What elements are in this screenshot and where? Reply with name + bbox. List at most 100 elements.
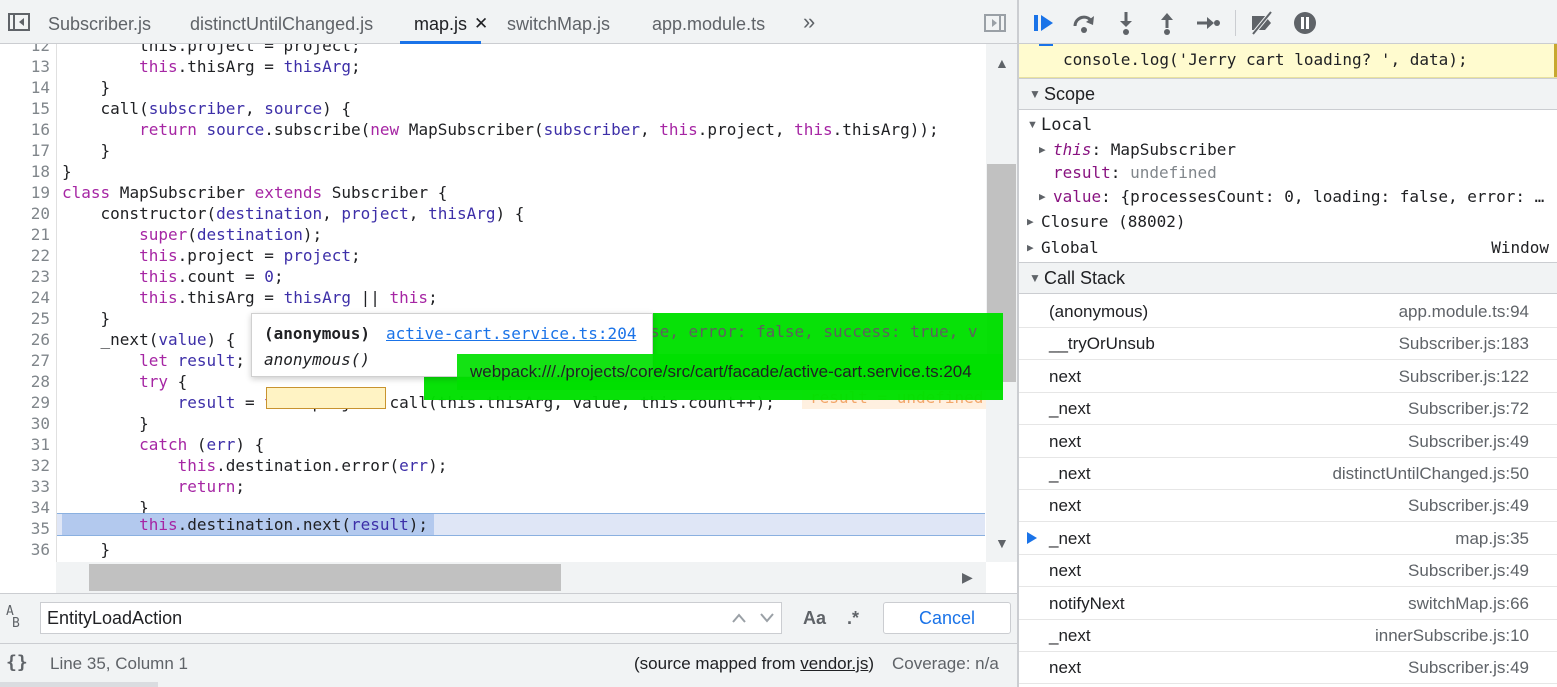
call-stack-frame[interactable]: _next distinctUntilChanged.js:50 <box>1019 457 1557 490</box>
line-number[interactable]: 33 <box>0 476 50 497</box>
line-number[interactable]: 21 <box>0 224 50 245</box>
status-bar: {} Line 35, Column 1 (source mapped from… <box>0 643 1017 687</box>
call-stack-frame[interactable]: _next innerSubscribe.js:10 <box>1019 619 1557 652</box>
code-line[interactable]: 33 return; <box>0 476 986 497</box>
tab-switchmap-js[interactable]: switchMap.js <box>507 0 610 44</box>
scope-value-value: {processesCount: 0, loading: false, erro… <box>1120 187 1545 206</box>
call-stack-section-header[interactable]: ▼ Call Stack <box>1019 262 1557 294</box>
next-match-icon[interactable] <box>759 612 775 624</box>
code-line[interactable]: 19 class MapSubscriber extends Subscriber… <box>0 182 986 203</box>
line-number[interactable]: 22 <box>0 245 50 266</box>
line-number[interactable]: 32 <box>0 455 50 476</box>
code-line[interactable]: 21 super(destination); <box>0 224 986 245</box>
step-icon[interactable] <box>1195 10 1221 36</box>
call-stack-frame[interactable]: next Subscriber.js:49 <box>1019 651 1557 685</box>
tab-app-module-ts[interactable]: app.module.ts <box>652 0 765 44</box>
match-case-button[interactable]: Aa <box>803 608 826 629</box>
line-number[interactable]: 16 <box>0 119 50 140</box>
code-line[interactable]: 18} <box>0 161 986 182</box>
source-url-tooltip: webpack:///./projects/core/src/cart/faca… <box>470 362 972 381</box>
search-input[interactable] <box>40 602 782 634</box>
scroll-down-arrow-icon[interactable]: ▼ <box>995 536 1009 550</box>
pause-on-exceptions-icon[interactable] <box>1292 10 1318 36</box>
line-number[interactable]: 31 <box>0 434 50 455</box>
code-text: this.count = 0; <box>139 267 284 286</box>
code-line[interactable]: 30 } <box>0 413 986 434</box>
resume-icon[interactable] <box>1031 10 1057 36</box>
line-number[interactable]: 18 <box>0 161 50 182</box>
tab-subscriber-js[interactable]: Subscriber.js <box>48 0 151 44</box>
scope-result[interactable]: result: undefined <box>1019 161 1557 185</box>
code-line[interactable]: 12 this.project = project; <box>0 44 986 56</box>
code-line[interactable]: 20 constructor(destination, project, thi… <box>0 203 986 224</box>
code-line[interactable]: 16 return source.subscribe(new MapSubscr… <box>0 119 986 140</box>
call-stack-frame[interactable]: __tryOrUnsub Subscriber.js:183 <box>1019 327 1557 361</box>
line-number[interactable]: 27 <box>0 350 50 371</box>
call-stack-frame[interactable]: notifyNext switchMap.js:66 <box>1019 587 1557 620</box>
line-number[interactable]: 36 <box>0 539 50 560</box>
code-line[interactable]: 14 } <box>0 77 986 98</box>
code-line[interactable]: 22 this.project = project; <box>0 245 986 266</box>
more-tabs-icon[interactable]: » <box>803 0 815 44</box>
scope-local[interactable]: ▼ Local <box>1019 113 1557 137</box>
previous-match-icon[interactable] <box>731 612 747 624</box>
scope-closure[interactable]: ▶ Closure (88002) <box>1019 210 1557 234</box>
step-over-icon[interactable] <box>1071 10 1097 36</box>
call-stack-frame[interactable]: _next Subscriber.js:72 <box>1019 392 1557 426</box>
scope-value[interactable]: ▶ value: {processesCount: 0, loading: fa… <box>1019 185 1557 209</box>
code-line[interactable]: 31 catch (err) { <box>0 434 986 455</box>
search-replace-toggle-icon[interactable]: AB <box>6 605 20 630</box>
scope-section-header[interactable]: ▼ Scope <box>1019 78 1557 110</box>
line-number[interactable]: 14 <box>0 77 50 98</box>
scope-this[interactable]: ▶ this: MapSubscriber <box>1019 138 1557 162</box>
code-text: return source.subscribe(new MapSubscribe… <box>139 120 939 139</box>
line-number[interactable]: 30 <box>0 413 50 434</box>
line-number[interactable]: 26 <box>0 329 50 350</box>
line-number[interactable]: 24 <box>0 287 50 308</box>
call-stack-frame[interactable]: next Subscriber.js:122 <box>1019 360 1557 393</box>
line-number[interactable]: 19 <box>0 182 50 203</box>
popover-source-link[interactable]: active-cart.service.ts:204 <box>386 324 636 343</box>
scroll-up-arrow-icon[interactable]: ▲ <box>995 56 1009 70</box>
pretty-print-icon[interactable]: {} <box>6 652 28 673</box>
code-line[interactable]: 32 this.destination.error(err); <box>0 455 986 476</box>
line-number[interactable]: 13 <box>0 56 50 77</box>
regex-button[interactable]: .* <box>847 608 859 629</box>
code-line[interactable]: 17 } <box>0 140 986 161</box>
frame-location: switchMap.js:66 <box>1408 593 1529 613</box>
step-into-icon[interactable] <box>1113 10 1139 36</box>
line-number[interactable]: 20 <box>0 203 50 224</box>
call-stack-frame[interactable]: (anonymous) app.module.ts:94 <box>1019 295 1557 328</box>
horizontal-scroll-thumb[interactable] <box>89 564 561 591</box>
tab-map-js[interactable]: map.js <box>399 0 482 44</box>
line-number[interactable]: 23 <box>0 266 50 287</box>
scope-global[interactable]: ▶ Global Window <box>1019 236 1557 260</box>
step-out-icon[interactable] <box>1154 10 1180 36</box>
deactivate-breakpoints-icon[interactable] <box>1249 10 1275 36</box>
call-stack-frame[interactable]: next Subscriber.js:49 <box>1019 489 1557 523</box>
call-stack-frame[interactable]: next Subscriber.js:49 <box>1019 425 1557 458</box>
source-map-link[interactable]: vendor.js <box>800 654 868 673</box>
code-editor[interactable]: 12 this.project = project; 13 this.thisAr… <box>0 44 986 562</box>
toggle-navigator-icon[interactable] <box>8 13 30 31</box>
line-number[interactable]: 37 <box>0 560 50 562</box>
line-number[interactable]: 25 <box>0 308 50 329</box>
cancel-button[interactable]: Cancel <box>883 602 1011 634</box>
line-number[interactable]: 12 <box>0 44 50 56</box>
call-stack-frame[interactable]: next Subscriber.js:49 <box>1019 554 1557 588</box>
line-number[interactable]: 17 <box>0 140 50 161</box>
scroll-right-arrow-icon[interactable]: ▶ <box>962 570 973 584</box>
editor-horizontal-scrollbar[interactable]: ▶ <box>56 562 986 593</box>
code-line[interactable]: 15 call(subscriber, source) { <box>0 98 986 119</box>
toggle-debugger-icon[interactable] <box>984 14 1006 32</box>
code-line[interactable]: 24 this.thisArg = thisArg || this; <box>0 287 986 308</box>
editor-vertical-scrollbar[interactable]: ▲ ▼ <box>986 44 1017 562</box>
call-stack-frame[interactable]: _next map.js:35 <box>1019 522 1557 555</box>
tab-distinctuntilchanged-js[interactable]: distinctUntilChanged.js <box>190 0 373 44</box>
code-line[interactable]: 13 this.thisArg = thisArg; <box>0 56 986 77</box>
close-tab-icon[interactable]: ✕ <box>474 0 488 48</box>
code-line[interactable]: 23 this.count = 0; <box>0 266 986 287</box>
code-line[interactable]: 36 } <box>0 539 986 560</box>
line-number[interactable]: 15 <box>0 98 50 119</box>
code-line-35[interactable]: this.destination.next(result); <box>0 514 900 535</box>
